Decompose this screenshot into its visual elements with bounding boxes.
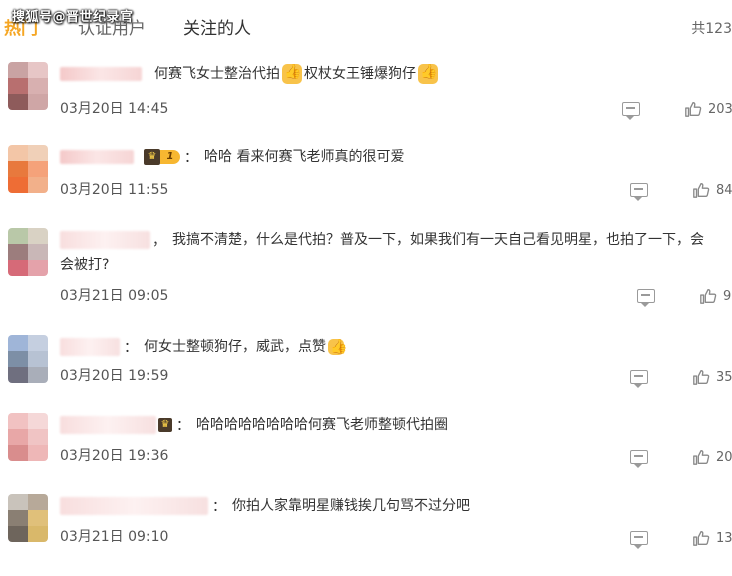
like-button[interactable]: 99 (699, 287, 732, 305)
avatar[interactable] (8, 413, 48, 461)
like-button[interactable]: 202 (692, 448, 732, 466)
username[interactable] (60, 416, 156, 434)
like-count: 845 (716, 182, 732, 198)
member-badge: ♛ (158, 417, 172, 433)
reply-icon[interactable] (630, 183, 648, 201)
reply-icon[interactable] (630, 370, 648, 388)
reply-icon[interactable] (630, 531, 648, 549)
crown-icon: ♛ (144, 149, 160, 165)
comment-text: 何赛飞女士整治代拍 (154, 66, 280, 82)
like-button[interactable]: 352 (692, 368, 732, 386)
thumbs-up-icon (693, 450, 710, 465)
username[interactable] (60, 231, 150, 249)
comment-text: 你拍人家靠明星赚钱挨几句骂不过分吧 (232, 498, 470, 514)
reply-icon[interactable] (630, 450, 648, 468)
tab-following[interactable]: 关注的人 (183, 14, 251, 39)
like-count: 131 (716, 530, 732, 546)
like-count: 99 (723, 288, 732, 304)
crown-icon: ♛ (158, 418, 172, 432)
comment-text: 哈哈哈哈哈哈哈哈何赛飞老师整顿代拍圈 (196, 417, 448, 433)
like-count: 2032 (708, 101, 732, 117)
comment-tabs: 热门 搜狐号@晋世纪录官 认证用户 关注的人 共123 (0, 0, 732, 52)
username[interactable] (60, 67, 142, 81)
comment-date: 03月21日 09:10 (60, 529, 169, 545)
thumbs-up-emoji-icon (282, 64, 302, 84)
comma-separator: ， (152, 233, 166, 249)
comment-text-line2: 会被打? (60, 257, 110, 273)
comment-text: 我搞不清楚，什么是代拍？普及一下，如果我们有一天自己看见明星，也拍了一下，会 (172, 232, 704, 248)
username[interactable] (60, 497, 208, 515)
comment-body: ： 你拍人家靠明星赚钱挨几句骂不过分吧 (60, 494, 470, 518)
thumbs-up-icon (700, 289, 717, 304)
comment-date: 03月20日 19:36 (60, 448, 169, 464)
like-button[interactable]: 131 (692, 529, 732, 547)
comment-body: ♛ ： 哈哈哈哈哈哈哈哈何赛飞老师整顿代拍圈 (60, 413, 448, 437)
comment-text: 哈哈 看来何赛飞老师真的很可爱 (204, 149, 405, 165)
comment-date: 03月20日 14:45 (60, 101, 169, 117)
comment-date: 03月20日 11:55 (60, 182, 169, 198)
colon-separator: ： (184, 150, 198, 166)
avatar[interactable] (8, 228, 48, 276)
reply-icon[interactable] (637, 289, 655, 307)
username[interactable] (60, 338, 120, 356)
thumbs-up-icon (685, 102, 702, 117)
comment-text-2: 权杖女王锤爆狗仔 (304, 66, 416, 82)
comment-body: 何赛飞女士整治代拍 权杖女王锤爆狗仔 (60, 62, 440, 86)
thumbs-up-icon (693, 370, 710, 385)
tab-verified-users[interactable]: 认证用户 (78, 14, 146, 39)
comment-body: ♛ 1 ： 哈哈 看来何赛飞老师真的很可爱 (60, 145, 404, 169)
comment-date: 03月21日 09:05 (60, 288, 169, 304)
thumbs-up-icon (693, 183, 710, 198)
thumbs-up-icon (693, 531, 710, 546)
level-badge: 1 (160, 150, 180, 164)
like-count: 202 (716, 449, 732, 465)
thumbs-up-emoji-icon (328, 339, 347, 355)
like-button[interactable]: 845 (692, 181, 732, 199)
comment-total-count: 共123 (691, 21, 732, 37)
avatar[interactable] (8, 62, 48, 110)
like-button[interactable]: 2032 (684, 100, 732, 118)
member-badge: ♛ 1 (144, 149, 180, 165)
like-count: 352 (716, 369, 732, 385)
comment-body: ： 何女士整顿狗仔，威武，点赞 (60, 335, 347, 359)
colon-separator: ： (124, 340, 138, 356)
avatar[interactable] (8, 335, 48, 383)
avatar[interactable] (8, 494, 48, 542)
thumbs-up-emoji-icon (418, 64, 438, 84)
comment-date: 03月20日 19:59 (60, 368, 169, 384)
reply-icon[interactable] (622, 102, 640, 120)
comment-body: ， 我搞不清楚，什么是代拍？普及一下，如果我们有一天自己看见明星，也拍了一下，会 (60, 228, 704, 252)
username[interactable] (60, 150, 134, 164)
colon-separator: ： (176, 418, 190, 434)
comment-text: 何女士整顿狗仔，威武，点赞 (144, 339, 326, 355)
colon-separator: ： (212, 499, 226, 515)
avatar[interactable] (8, 145, 48, 193)
